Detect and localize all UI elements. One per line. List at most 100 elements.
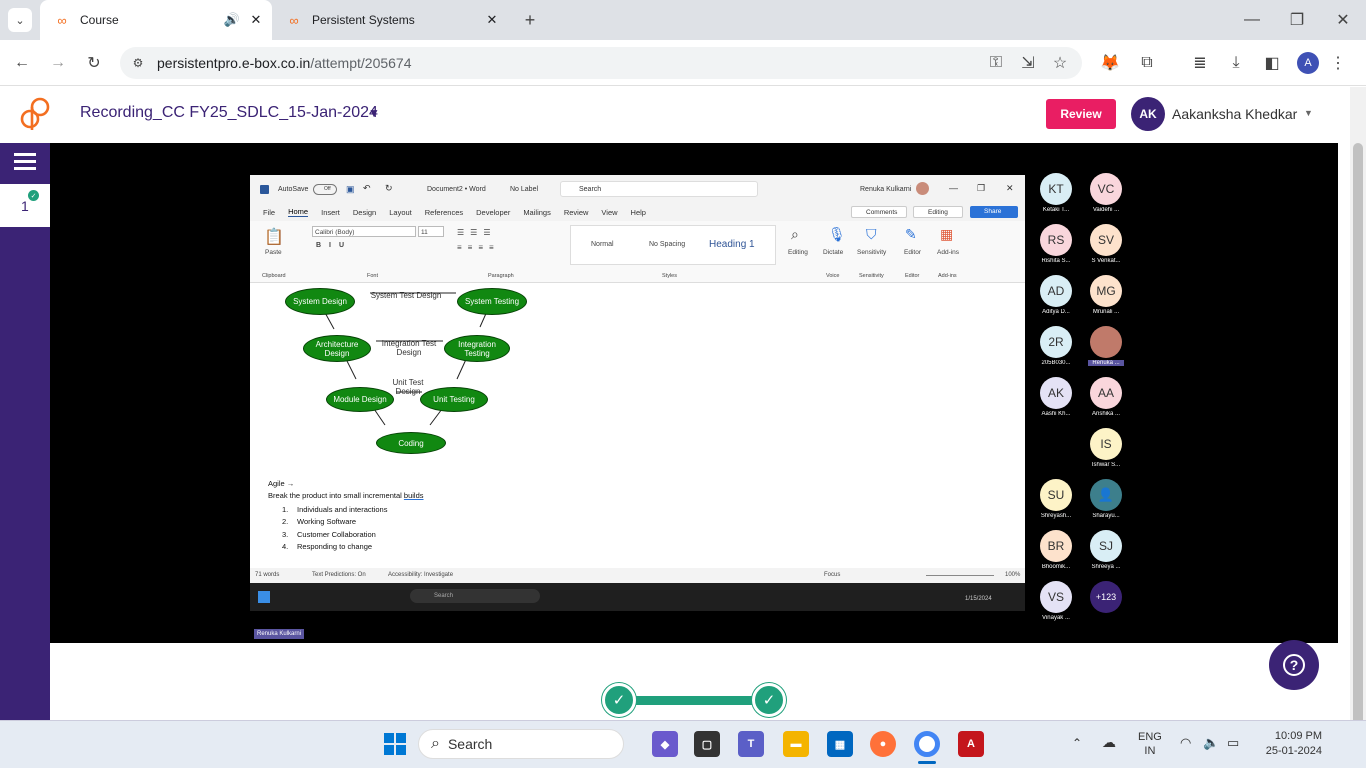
close-icon[interactable]: ✕ — [484, 12, 500, 28]
ribbon-sensitivity[interactable]: Sensitivity — [857, 249, 886, 256]
ribbon-editing[interactable]: Editing — [788, 249, 808, 256]
save-icon[interactable]: ▣ — [346, 184, 355, 195]
new-tab-icon[interactable]: + — [518, 8, 542, 32]
editor-icon[interactable]: ✎ — [905, 226, 917, 243]
restore-icon[interactable]: ❐ — [1285, 8, 1309, 32]
participant-avatar[interactable]: MG — [1090, 275, 1122, 307]
install-icon[interactable]: ⇲ — [1016, 51, 1040, 75]
font-format-buttons[interactable]: BIU — [316, 242, 352, 249]
caret-down-icon[interactable]: ▼ — [368, 106, 380, 120]
word-count[interactable]: 71 words — [255, 572, 279, 578]
windows-start-icon[interactable] — [384, 733, 406, 755]
metamask-icon[interactable]: 🦊 — [1098, 51, 1122, 75]
menu-references[interactable]: References — [425, 208, 463, 217]
menu-file[interactable]: File — [263, 208, 275, 217]
word-minimize-icon[interactable]: — — [949, 183, 958, 193]
speaker-icon[interactable]: 🔊 — [224, 12, 240, 28]
store-icon[interactable]: ▦ — [827, 731, 853, 757]
chrome-icon[interactable] — [914, 731, 940, 757]
teams-icon[interactable]: T — [738, 731, 764, 757]
participant-avatar[interactable]: VS — [1040, 581, 1072, 613]
menu-mailings[interactable]: Mailings — [523, 208, 551, 217]
menu-review[interactable]: Review — [564, 208, 589, 217]
bookmark-star-icon[interactable]: ☆ — [1048, 51, 1072, 75]
paste-icon[interactable]: 📋 — [264, 227, 284, 247]
url-bar[interactable]: ⚙ persistentpro.e-box.co.in/attempt/2056… — [120, 47, 1082, 79]
tab-persistent-systems[interactable]: ∞ Persistent Systems ✕ — [276, 0, 508, 40]
course-title[interactable]: Recording_CC FY25_SDLC_15-Jan-2024 — [80, 104, 378, 122]
ribbon-add-ins[interactable]: Add-ins — [937, 249, 959, 256]
user-menu-caret-icon[interactable]: ▼ — [1304, 108, 1313, 118]
ribbon-editor[interactable]: Editor — [904, 249, 921, 256]
extensions-icon[interactable]: ⧉ — [1135, 51, 1159, 75]
menu-view[interactable]: View — [601, 208, 617, 217]
menu-icon[interactable]: ⋮ — [1326, 51, 1350, 75]
font-size-input[interactable]: 11 — [418, 226, 444, 237]
acrobat-icon[interactable]: A — [958, 731, 984, 757]
progress-item[interactable]: 1 ✓ — [0, 184, 50, 227]
participant-avatar[interactable]: 👤 — [1090, 479, 1122, 511]
zoom-slider[interactable] — [926, 575, 994, 576]
close-icon[interactable]: ✕ — [248, 12, 264, 28]
style-normal[interactable]: Normal — [591, 241, 614, 248]
participant-avatar[interactable]: IS — [1090, 428, 1122, 460]
site-info-icon[interactable]: ⚙ — [126, 51, 150, 75]
menu-insert[interactable]: Insert — [321, 208, 340, 217]
volume-icon[interactable]: 🔈 — [1203, 735, 1219, 751]
participant-avatar[interactable]: RS — [1040, 224, 1072, 256]
participant-avatar[interactable]: SJ — [1090, 530, 1122, 562]
tab-course[interactable]: ∞ Course 🔊 ✕ — [40, 0, 272, 40]
hamburger-menu-icon[interactable] — [14, 153, 36, 171]
comments-button[interactable]: Comments — [851, 206, 907, 218]
back-icon[interactable]: ← — [10, 51, 34, 75]
participant-avatar[interactable]: VC — [1090, 173, 1122, 205]
style-heading-1[interactable]: Heading 1 — [709, 239, 755, 250]
text-predictions[interactable]: Text Predictions: On — [312, 572, 366, 578]
copilot-icon[interactable]: ◆ — [652, 731, 678, 757]
participant-avatar[interactable]: SU — [1040, 479, 1072, 511]
language-indicator[interactable]: ENG IN — [1138, 730, 1162, 758]
wifi-icon[interactable]: ◠ — [1180, 735, 1191, 751]
find-icon[interactable]: ⌕ — [791, 226, 799, 243]
review-button[interactable]: Review — [1046, 99, 1116, 129]
autosave-toggle[interactable]: Off — [313, 184, 337, 195]
window-close-icon[interactable]: ✕ — [1331, 8, 1355, 32]
list-buttons[interactable]: ☰☰☰ — [457, 228, 497, 237]
user-avatar[interactable]: AK — [1131, 97, 1165, 131]
participant-avatar[interactable]: KT — [1040, 173, 1072, 205]
participant-avatar[interactable]: AA — [1090, 377, 1122, 409]
taskbar-search-box[interactable]: ⌕ Search — [418, 729, 624, 759]
menu-help[interactable]: Help — [631, 208, 646, 217]
page-scrollbar[interactable] — [1350, 87, 1366, 733]
onedrive-icon[interactable]: ☁ — [1102, 734, 1116, 751]
share-button[interactable]: Share — [970, 206, 1018, 218]
font-name-input[interactable]: Calibri (Body) — [312, 226, 416, 237]
microphone-icon[interactable]: 🎙 — [828, 226, 846, 243]
file-explorer-icon[interactable]: ▬ — [783, 731, 809, 757]
more-participants-button[interactable]: +123 — [1090, 581, 1122, 613]
add-ins-icon[interactable]: ▦ — [940, 226, 953, 243]
redo-icon[interactable]: ↻ — [385, 183, 393, 194]
task-view-icon[interactable]: ▢ — [694, 731, 720, 757]
minimize-icon[interactable]: — — [1240, 8, 1264, 32]
participant-avatar[interactable]: SV — [1090, 224, 1122, 256]
menu-developer[interactable]: Developer — [476, 208, 510, 217]
clock[interactable]: 10:09 PM 25-01-2024 — [1256, 729, 1322, 759]
ribbon-dictate[interactable]: Dictate — [823, 249, 843, 256]
reload-icon[interactable]: ↻ — [82, 51, 106, 75]
step-2-check-icon[interactable]: ✓ — [752, 683, 786, 717]
participant-avatar[interactable]: AD — [1040, 275, 1072, 307]
accessibility-status[interactable]: Accessibility: Investigate — [388, 572, 453, 578]
menu-home[interactable]: Home — [288, 207, 309, 217]
undo-icon[interactable]: ↶ — [363, 183, 371, 194]
zoom-level[interactable]: 100% — [1005, 572, 1020, 578]
style-no-spacing[interactable]: No Spacing — [649, 241, 685, 248]
editing-mode-button[interactable]: Editing — [913, 206, 963, 218]
side-panel-icon[interactable]: ◧ — [1260, 51, 1284, 75]
firefox-icon[interactable]: ● — [870, 731, 896, 757]
participant-avatar[interactable]: BR — [1040, 530, 1072, 562]
scrollbar-thumb[interactable] — [1353, 143, 1363, 733]
tab-search-icon[interactable]: ⌄ — [8, 8, 32, 32]
word-restore-icon[interactable]: ❐ — [977, 183, 985, 194]
word-close-icon[interactable]: ✕ — [1006, 183, 1014, 194]
